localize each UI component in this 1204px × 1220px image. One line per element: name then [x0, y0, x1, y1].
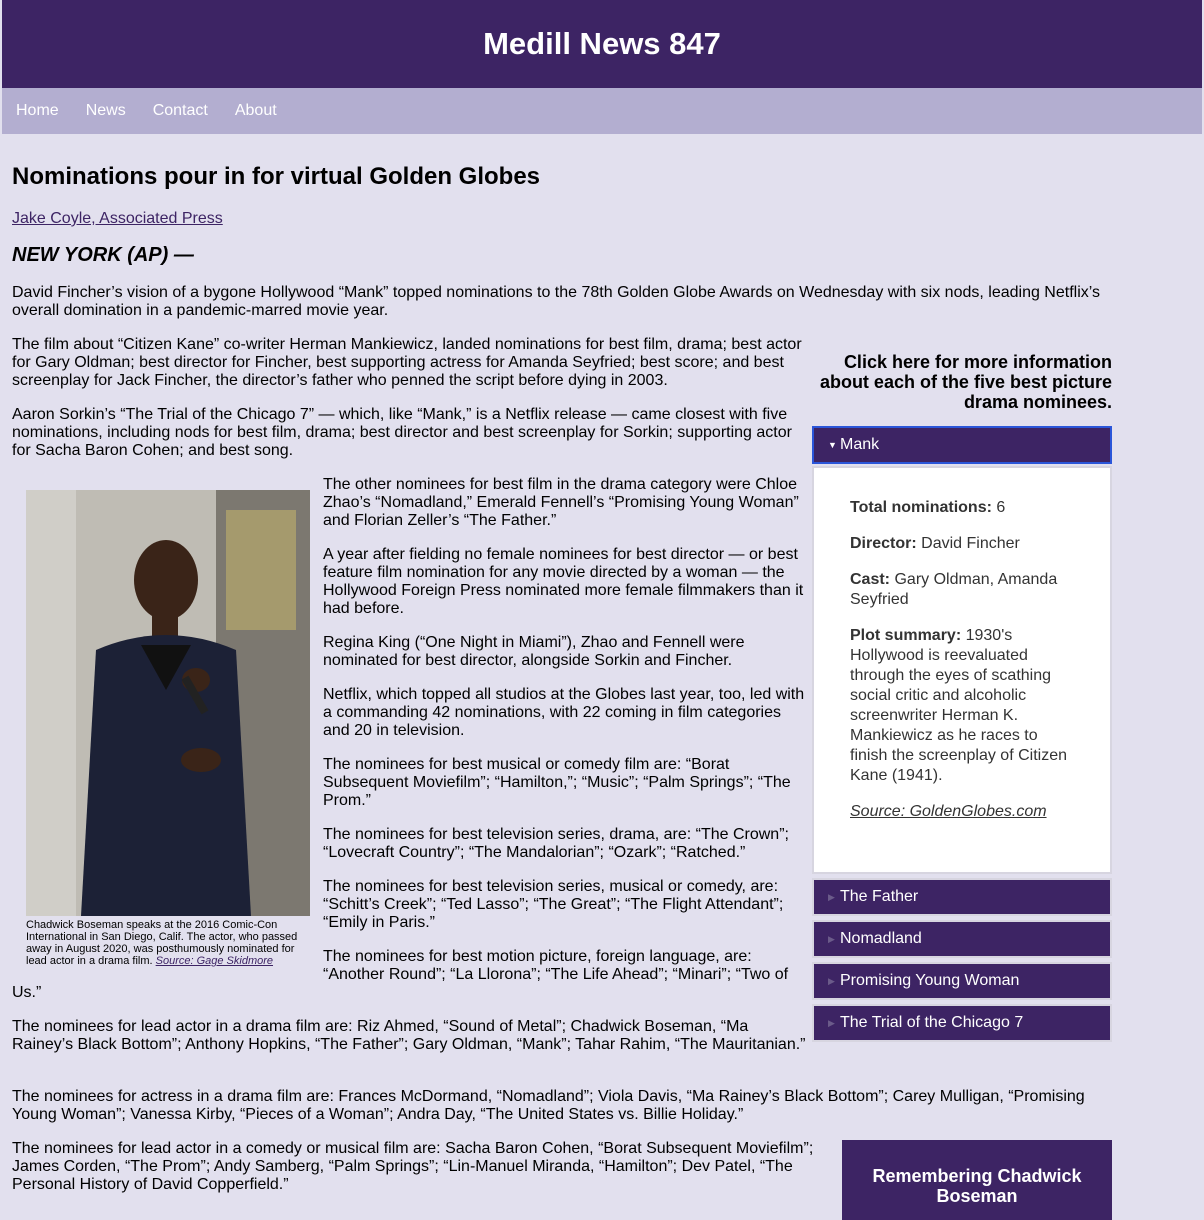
paragraph: The nominees for best television series,… [323, 826, 789, 861]
nav-about[interactable]: About [235, 102, 277, 120]
sidebar-heading: Click here for more information about ea… [819, 352, 1112, 412]
accordion-nomadland[interactable]: ▶ Nomadland [812, 920, 1112, 958]
cast-row: Cast: Gary Oldman, Amanda Seyfried [850, 570, 1078, 610]
byline-link[interactable]: Jake Coyle, Associated Press [12, 210, 223, 228]
site-title: Medill News 847 [483, 26, 721, 61]
nominations-value: 6 [996, 499, 1006, 516]
nav-home[interactable]: Home [16, 102, 59, 120]
nominations-label: Total nominations: [850, 499, 992, 516]
director-row: Director: David Fincher [850, 534, 1078, 554]
paragraph: Aaron Sorkin’s “The Trial of the Chicago… [12, 406, 792, 459]
accordion-label: Mank [840, 436, 880, 453]
nominations-row: Total nominations: 6 [850, 498, 1078, 518]
site-header: Medill News 847 [2, 0, 1202, 88]
paragraph-continued: Us.” [12, 984, 42, 1001]
paragraph: The nominees for actress in a drama film… [12, 1088, 1085, 1123]
accordion-label: Promising Young Woman [840, 972, 1020, 989]
director-value: David Fincher [921, 535, 1020, 552]
article-title: Nominations pour in for virtual Golden G… [12, 163, 541, 190]
caret-right-icon: ▶ [828, 975, 835, 986]
paragraph: Regina King (“One Night in Miami”), Zhao… [323, 634, 745, 669]
accordion-trial-chicago-7[interactable]: ▶ The Trial of the Chicago 7 [812, 1004, 1112, 1042]
caret-right-icon: ▶ [828, 891, 835, 902]
accordion-the-father[interactable]: ▶ The Father [812, 878, 1112, 916]
paragraph: The film about “Citizen Kane” co-writer … [12, 336, 802, 389]
source-row: Source: GoldenGlobes.com [850, 802, 1078, 822]
accordion-label: The Father [840, 888, 919, 905]
paragraph: The nominees for lead actor in a drama f… [12, 1018, 806, 1053]
dateline: NEW YORK (AP) — [12, 244, 194, 266]
cast-label: Cast: [850, 571, 891, 588]
paragraph: The nominees for best musical or comedy … [323, 756, 791, 809]
nav-bar: Home News Contact About [2, 88, 1202, 134]
paragraph: The other nominees for best film in the … [323, 476, 799, 529]
plot-value: 1930's Hollywood is reevaluated through … [850, 627, 1067, 784]
caret-right-icon: ▶ [828, 933, 835, 944]
remembering-heading: Remembering Chadwick Boseman [872, 1166, 1082, 1206]
caret-down-icon: ▼ [828, 440, 837, 450]
caret-right-icon: ▶ [828, 1017, 835, 1028]
paragraph: The nominees for lead actor in a comedy … [12, 1140, 814, 1193]
paragraph: A year after fielding no female nominees… [323, 546, 804, 617]
person-illustration [26, 490, 310, 916]
accordion-panel-mank: Total nominations: 6 Director: David Fin… [812, 466, 1112, 874]
goldenglobes-source-link[interactable]: Source: GoldenGlobes.com [850, 803, 1047, 820]
director-label: Director: [850, 535, 917, 552]
boseman-photo [26, 490, 310, 916]
paragraph: The nominees for best motion picture, fo… [323, 948, 789, 983]
remembering-boseman-box: Remembering Chadwick Boseman [842, 1140, 1112, 1220]
accordion-label: Nomadland [840, 930, 922, 947]
nav-news[interactable]: News [86, 102, 126, 120]
accordion-promising-young-woman[interactable]: ▶ Promising Young Woman [812, 962, 1112, 1000]
paragraph: Netflix, which topped all studios at the… [323, 686, 805, 739]
paragraph: The nominees for best television series,… [323, 878, 784, 931]
plot-row: Plot summary: 1930's Hollywood is reeval… [850, 626, 1078, 786]
plot-label: Plot summary: [850, 627, 962, 644]
accordion-mank[interactable]: ▼ Mank [812, 426, 1112, 464]
paragraph: David Fincher’s vision of a bygone Holly… [12, 284, 1101, 319]
nav-contact[interactable]: Contact [153, 102, 208, 120]
accordion-label: The Trial of the Chicago 7 [840, 1014, 1024, 1031]
photo-source-link[interactable]: Source: Gage Skidmore [156, 955, 273, 967]
photo-caption: Chadwick Boseman speaks at the 2016 Comi… [26, 919, 306, 967]
